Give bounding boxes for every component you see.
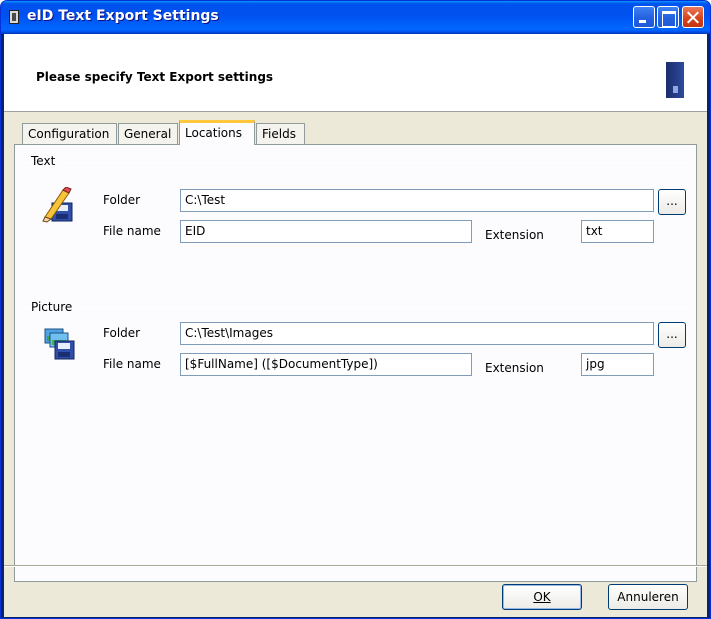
cancel-button[interactable]: Annuleren	[608, 584, 688, 610]
dialog-window: eID Text Export Settings Please specify …	[0, 0, 711, 619]
header-title: Please specify Text Export settings	[36, 70, 274, 84]
tab-locations[interactable]: Locations	[179, 120, 255, 145]
text-extension-label: Extension	[485, 228, 544, 242]
images-floppy-icon	[44, 328, 75, 360]
tab-configuration[interactable]: Configuration	[22, 123, 117, 144]
tab-general[interactable]: General	[118, 123, 178, 144]
maximize-button[interactable]	[657, 6, 679, 28]
pencil-floppy-icon	[42, 187, 73, 223]
text-filename-input[interactable]: EID	[180, 220, 472, 243]
picture-folder-browse-button[interactable]: ...	[658, 322, 686, 348]
minimize-button[interactable]	[633, 6, 655, 28]
tab-fields[interactable]: Fields	[256, 123, 305, 144]
text-group-label: Text	[31, 154, 60, 168]
picture-extension-label: Extension	[485, 361, 544, 375]
text-folder-label: Folder	[103, 193, 141, 207]
picture-group-label: Picture	[31, 300, 77, 314]
wizard-header: Please specify Text Export settings	[4, 34, 707, 112]
text-folder-browse-button[interactable]: ...	[658, 189, 686, 215]
app-icon	[9, 10, 19, 24]
text-extension-input[interactable]: txt	[581, 220, 654, 243]
footer-divider	[4, 565, 707, 567]
picture-filename-input[interactable]: [$FullName] ([$DocumentType])	[180, 353, 472, 376]
dialog-client: Please specify Text Export settings Conf…	[4, 34, 707, 617]
logo-icon	[666, 62, 684, 98]
text-folder-input[interactable]: C:\Test	[180, 189, 654, 212]
text-group-divider	[23, 162, 693, 163]
picture-group-divider	[23, 307, 693, 308]
title-bar[interactable]: eID Text Export Settings	[1, 1, 710, 34]
picture-folder-label: Folder	[103, 326, 141, 340]
text-filename-label: File name	[103, 224, 161, 238]
ok-button-label: OK	[533, 590, 551, 604]
ok-button[interactable]: OK	[502, 584, 582, 610]
locations-panel: Text Folder C:\Test ... File name EID Ex…	[14, 144, 697, 582]
picture-folder-input[interactable]: C:\Test\Images	[180, 322, 654, 345]
close-button[interactable]	[682, 6, 704, 28]
picture-extension-input[interactable]: jpg	[581, 353, 654, 376]
picture-filename-label: File name	[103, 357, 161, 371]
window-title: eID Text Export Settings	[27, 8, 219, 24]
